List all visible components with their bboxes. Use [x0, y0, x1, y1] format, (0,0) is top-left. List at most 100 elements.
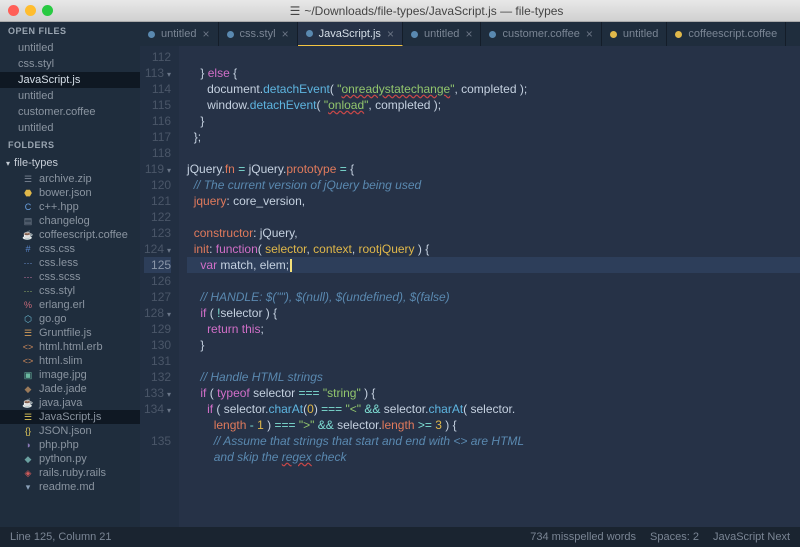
line-number: 127 [144, 289, 171, 305]
code-line[interactable] [187, 145, 800, 161]
file-tree-item[interactable]: %erlang.erl [0, 298, 140, 312]
folder-root[interactable]: ▾file-types [0, 154, 140, 172]
indent-setting[interactable]: Spaces: 2 [650, 531, 699, 543]
file-type-icon: ▣ [22, 369, 34, 381]
tab-close-icon[interactable]: × [465, 27, 472, 41]
code-line[interactable]: return this; [187, 321, 800, 337]
code-line[interactable]: // The current version of jQuery being u… [187, 177, 800, 193]
code-line[interactable] [187, 273, 800, 289]
code-editor[interactable]: 112113▾114115116117118119▾12012112212312… [140, 46, 800, 527]
file-tree-item[interactable]: <>html.slim [0, 354, 140, 368]
line-number: 123 [144, 225, 171, 241]
tab-close-icon[interactable]: × [586, 27, 593, 41]
code-line[interactable]: if ( selector.charAt(0) === "<" && selec… [187, 401, 800, 417]
line-number: 122 [144, 209, 171, 225]
file-tree-item[interactable]: ☕coffeescript.coffee [0, 228, 140, 242]
code-line[interactable]: document.detachEvent( "onreadystatechang… [187, 81, 800, 97]
code-line[interactable]: constructor: jQuery, [187, 225, 800, 241]
file-tree-item[interactable]: ☰JavaScript.js [0, 410, 140, 424]
line-number: 120 [144, 177, 171, 193]
editor-tab[interactable]: customer.coffee× [481, 22, 601, 46]
line-number: 131 [144, 353, 171, 369]
maximize-window-button[interactable] [42, 5, 53, 16]
file-tree-item[interactable]: ☕java.java [0, 396, 140, 410]
close-window-button[interactable] [8, 5, 19, 16]
line-number: 125 [144, 257, 171, 273]
file-tree-item[interactable]: ◆Jade.jade [0, 382, 140, 396]
code-line[interactable]: } [187, 113, 800, 129]
window-title: ~/Downloads/file-types/JavaScript.js — f… [304, 4, 563, 18]
line-number: 117 [144, 129, 171, 145]
open-file-item[interactable]: untitled [0, 120, 140, 136]
file-tree-item[interactable]: ⬡go.go [0, 312, 140, 326]
file-tree-item[interactable]: ▣image.jpg [0, 368, 140, 382]
syntax-mode[interactable]: JavaScript Next [713, 531, 790, 543]
file-type-icon: {} [22, 425, 34, 437]
editor-tab[interactable]: untitled [602, 22, 667, 46]
code-line[interactable] [187, 209, 800, 225]
code-line[interactable]: // Assume that strings that start and en… [187, 433, 800, 449]
line-number [144, 449, 171, 465]
tab-close-icon[interactable]: × [202, 27, 209, 41]
file-type-icon: # [22, 243, 34, 255]
tab-modified-icon [306, 30, 313, 37]
code-line[interactable]: // HANDLE: $(""), $(null), $(undefined),… [187, 289, 800, 305]
open-file-item[interactable]: untitled [0, 40, 140, 56]
file-type-icon: ▤ [22, 215, 34, 227]
file-tree-item[interactable]: ◑php.php [0, 438, 140, 452]
file-tree-item[interactable]: ⬣bower.json [0, 186, 140, 200]
open-file-item[interactable]: untitled [0, 88, 140, 104]
file-tree-item[interactable]: <>html.html.erb [0, 340, 140, 354]
file-tree-item[interactable]: #css.css [0, 242, 140, 256]
code-line[interactable]: }; [187, 129, 800, 145]
code-line[interactable]: var match, elem; [187, 257, 800, 273]
file-tree-item[interactable]: ▾readme.md [0, 480, 140, 494]
code-line[interactable] [187, 353, 800, 369]
code-line[interactable] [187, 49, 800, 65]
file-tree-item[interactable]: ☰archive.zip [0, 172, 140, 186]
open-file-item[interactable]: JavaScript.js [0, 72, 140, 88]
open-file-item[interactable]: customer.coffee [0, 104, 140, 120]
code-line[interactable]: } else { [187, 65, 800, 81]
folders-header: FOLDERS [0, 136, 140, 154]
file-tree-item[interactable]: Cc++.hpp [0, 200, 140, 214]
tab-modified-icon [675, 31, 682, 38]
code-line[interactable]: init: function( selector, context, rootj… [187, 241, 800, 257]
tab-close-icon[interactable]: × [282, 27, 289, 41]
minimize-window-button[interactable] [25, 5, 36, 16]
editor-tab[interactable]: untitled× [403, 22, 482, 46]
titlebar: ☰~/Downloads/file-types/JavaScript.js — … [0, 0, 800, 22]
tab-modified-icon [411, 31, 418, 38]
file-tree-item[interactable]: ▤changelog [0, 214, 140, 228]
editor-tab[interactable]: untitled× [140, 22, 219, 46]
file-tree-item[interactable]: ⋯css.styl [0, 284, 140, 298]
file-tree-item[interactable]: ☰Gruntfile.js [0, 326, 140, 340]
code-line[interactable]: if ( !selector ) { [187, 305, 800, 321]
tab-modified-icon [227, 31, 234, 38]
file-tree-item[interactable]: ⋯css.scss [0, 270, 140, 284]
file-tree-item[interactable]: ◆python.py [0, 452, 140, 466]
code-line[interactable]: window.detachEvent( "onload", completed … [187, 97, 800, 113]
code-line[interactable]: jquery: core_version, [187, 193, 800, 209]
cursor-position[interactable]: Line 125, Column 21 [10, 531, 112, 543]
editor-tab[interactable]: JavaScript.js× [298, 22, 403, 46]
line-number: 133▾ [144, 385, 171, 401]
file-tree-item[interactable]: {}JSON.json [0, 424, 140, 438]
tab-close-icon[interactable]: × [387, 27, 394, 41]
tab-modified-icon [489, 31, 496, 38]
code-line[interactable]: length - 1 ) === ">" && selector.length … [187, 417, 800, 433]
open-file-item[interactable]: css.styl [0, 56, 140, 72]
spell-count[interactable]: 734 misspelled words [530, 531, 636, 543]
code-line[interactable]: if ( typeof selector === "string" ) { [187, 385, 800, 401]
code-content[interactable]: } else { document.detachEvent( "onreadys… [179, 46, 800, 527]
code-line[interactable]: // Handle HTML strings [187, 369, 800, 385]
line-number: 132 [144, 369, 171, 385]
file-tree-item[interactable]: ◈rails.ruby.rails [0, 466, 140, 480]
code-line[interactable]: jQuery.fn = jQuery.prototype = { [187, 161, 800, 177]
code-line[interactable]: and skip the regex check [187, 449, 800, 465]
editor-tab[interactable]: coffeescript.coffee [667, 22, 786, 46]
code-line[interactable]: } [187, 337, 800, 353]
editor-tab[interactable]: css.styl× [219, 22, 298, 46]
file-tree-item[interactable]: ⋯css.less [0, 256, 140, 270]
line-number: 130 [144, 337, 171, 353]
